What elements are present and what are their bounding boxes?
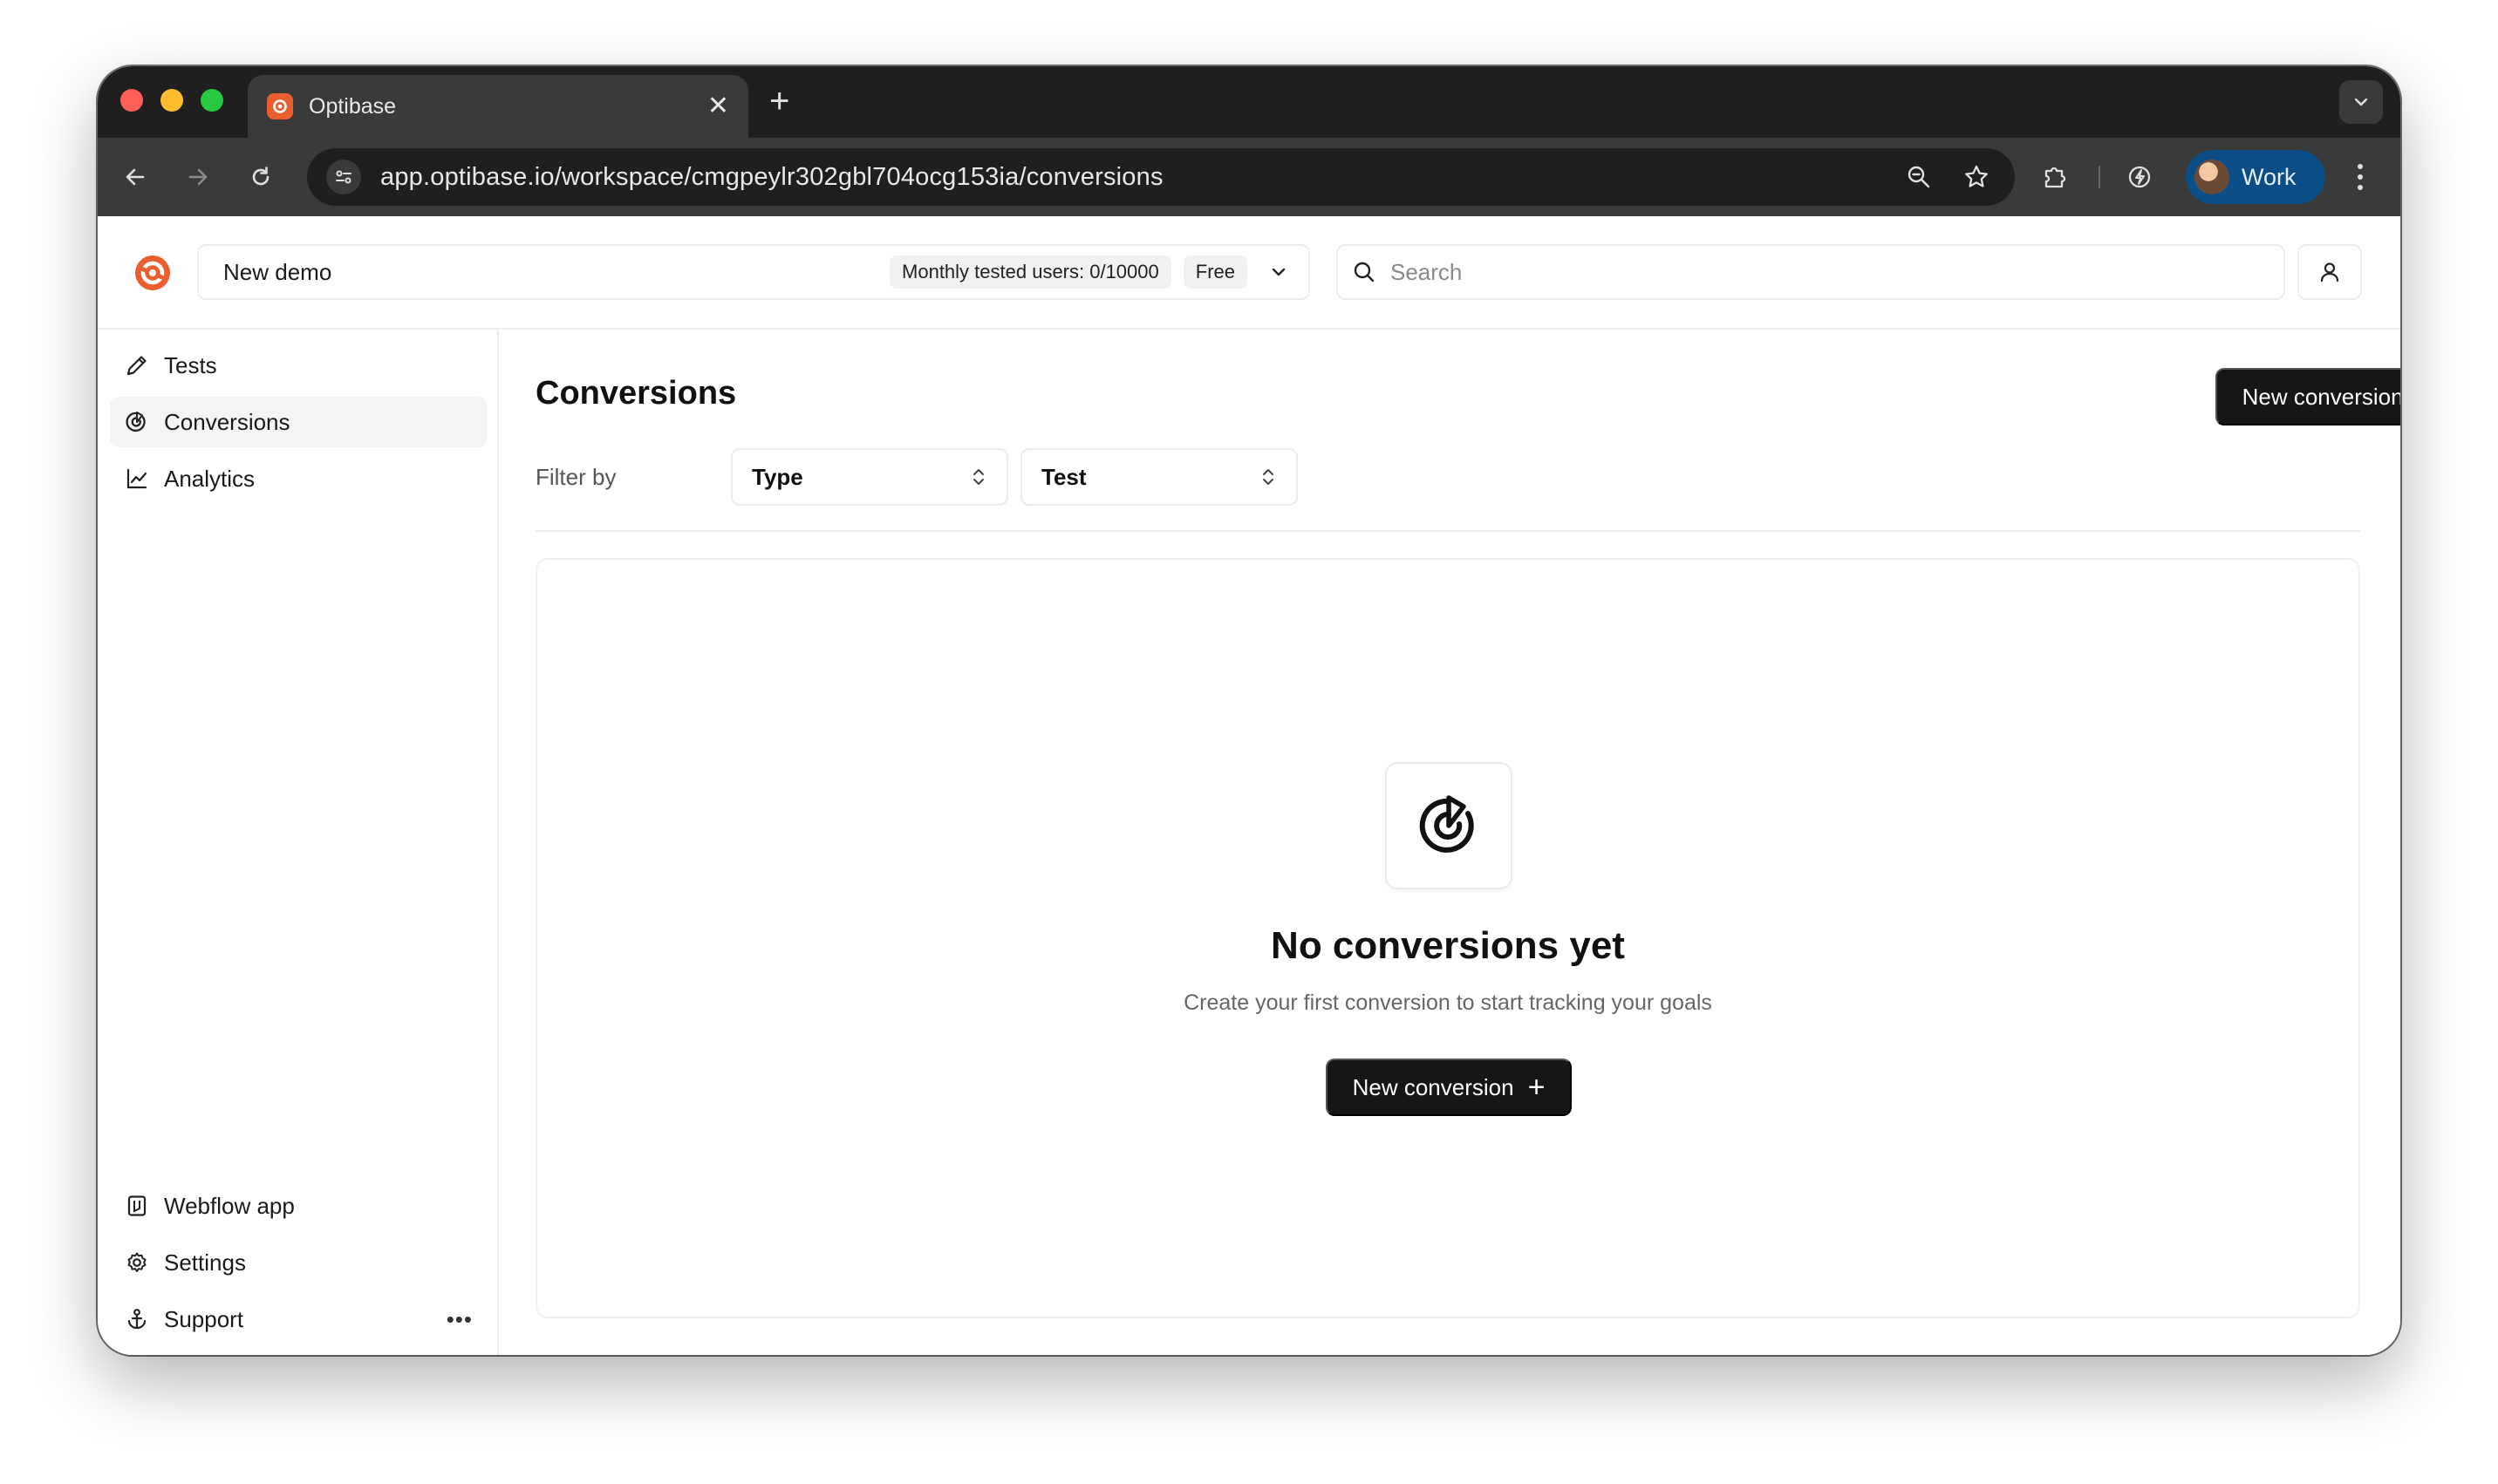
more-options-icon[interactable]: ••• <box>447 1306 473 1333</box>
sidebar-item-support[interactable]: Support ••• <box>110 1294 487 1344</box>
sidebar-item-label: Support <box>164 1305 244 1332</box>
extensions-puzzle-icon[interactable] <box>2036 157 2076 197</box>
sidebar-item-tests[interactable]: Tests <box>110 340 487 391</box>
page-title: Conversions <box>536 375 737 412</box>
sidebar-item-label: Conversions <box>164 408 290 435</box>
reload-icon <box>252 167 270 186</box>
toolbar-divider <box>2099 166 2100 188</box>
search-input[interactable] <box>1390 258 2269 286</box>
optibase-favicon-icon <box>267 93 293 119</box>
new-conversion-button[interactable]: New conversion + <box>2215 368 2400 425</box>
empty-state-icon-box <box>1385 762 1512 889</box>
test-filter-select[interactable]: Test <box>1020 448 1298 506</box>
reload-button[interactable] <box>241 157 281 197</box>
usage-badge: Monthly tested users: 0/10000 <box>890 255 1171 289</box>
tab-search-button[interactable] <box>2339 80 2383 124</box>
plan-badge: Free <box>1183 255 1247 289</box>
workspace-selector[interactable]: New demo Monthly tested users: 0/10000 F… <box>197 244 1310 300</box>
search-icon <box>1354 262 1375 283</box>
back-button[interactable] <box>115 157 155 197</box>
sidebar: Tests Conversions Analytics Webflow app <box>98 330 499 1355</box>
user-menu-button[interactable] <box>2297 244 2362 300</box>
button-label: New conversion <box>1352 1073 1514 1100</box>
new-tab-button[interactable]: + <box>769 84 789 119</box>
pencil-icon <box>124 352 150 378</box>
select-label: Type <box>752 463 803 490</box>
type-filter-select[interactable]: Type <box>731 448 1008 506</box>
app-root: New demo Monthly tested users: 0/10000 F… <box>98 216 2400 1355</box>
site-info-icon[interactable] <box>326 160 361 194</box>
arrow-left-icon <box>126 168 145 186</box>
sidebar-item-label: Analytics <box>164 465 256 492</box>
sidebar-item-webflow-app[interactable]: Webflow app <box>110 1181 487 1231</box>
tab-strip: Optibase ✕ + <box>98 66 2400 138</box>
gear-icon <box>124 1249 150 1276</box>
sidebar-item-conversions[interactable]: Conversions <box>110 397 487 447</box>
filter-divider <box>536 530 2360 532</box>
filter-label: Filter by <box>536 464 617 490</box>
more-vertical-icon <box>2358 164 2363 190</box>
browser-menu-button[interactable] <box>2343 159 2378 195</box>
empty-state-new-conversion-button[interactable]: New conversion + <box>1326 1059 1572 1116</box>
chevron-down-icon <box>2354 98 2368 106</box>
close-window-button[interactable] <box>120 89 143 112</box>
profile-avatar <box>2194 160 2229 194</box>
bookmark-star-icon[interactable] <box>1957 158 1996 196</box>
app-header: New demo Monthly tested users: 0/10000 F… <box>98 216 2400 330</box>
user-icon <box>2320 262 2339 283</box>
chevron-up-down-icon <box>1263 469 1273 485</box>
forward-button[interactable] <box>178 157 218 197</box>
main-content: Conversions New conversion + Filter by T… <box>501 330 2400 1355</box>
profile-label: Work <box>2242 163 2297 190</box>
anchor-icon <box>124 1306 150 1332</box>
workspace-name: New demo <box>223 258 332 285</box>
webflow-app-icon <box>124 1193 150 1219</box>
chevron-up-down-icon <box>973 469 984 485</box>
tab-close-icon[interactable]: ✕ <box>707 93 729 119</box>
minimize-window-button[interactable] <box>160 89 183 112</box>
tab-title: Optibase <box>309 93 397 119</box>
arrow-right-icon <box>188 168 208 186</box>
browser-tab[interactable]: Optibase ✕ <box>248 75 748 138</box>
address-bar[interactable]: app.optibase.io/workspace/cmgpeylr302gbl… <box>307 148 2015 206</box>
select-label: Test <box>1041 463 1087 490</box>
button-label: New conversion <box>2242 383 2400 410</box>
sidebar-item-label: Tests <box>164 351 217 378</box>
sidebar-item-label: Webflow app <box>164 1192 295 1219</box>
empty-state-card: No conversions yet Create your first con… <box>536 558 2360 1318</box>
browser-window: Optibase ✕ + app.optibase.io/workspace/c… <box>98 66 2400 1355</box>
line-chart-icon <box>124 466 150 492</box>
zoom-icon[interactable] <box>1900 158 1938 196</box>
optibase-logo-icon[interactable] <box>133 253 173 293</box>
target-icon <box>1419 795 1474 853</box>
empty-state-title: No conversions yet <box>1271 924 1625 967</box>
target-icon <box>124 409 150 435</box>
profile-chip[interactable]: Work <box>2186 150 2325 204</box>
plus-icon: + <box>1527 1071 1546 1104</box>
browser-toolbar: app.optibase.io/workspace/cmgpeylr302gbl… <box>98 138 2400 216</box>
empty-state-description: Create your first conversion to start tr… <box>1184 990 1712 1015</box>
sidebar-item-analytics[interactable]: Analytics <box>110 453 487 504</box>
maximize-window-button[interactable] <box>201 89 223 112</box>
search-box[interactable] <box>1336 244 2285 300</box>
chevron-down-icon[interactable] <box>1263 256 1294 288</box>
performance-icon[interactable] <box>2119 157 2160 197</box>
sidebar-item-settings[interactable]: Settings <box>110 1237 487 1288</box>
url-text[interactable]: app.optibase.io/workspace/cmgpeylr302gbl… <box>380 163 1880 192</box>
sidebar-item-label: Settings <box>164 1249 246 1276</box>
